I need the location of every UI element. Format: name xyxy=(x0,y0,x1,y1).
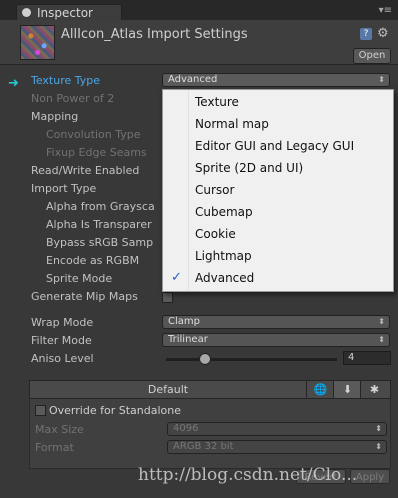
open-button[interactable]: Open xyxy=(353,48,391,64)
wrap-mode-label: Wrap Mode xyxy=(31,316,94,329)
download-icon[interactable]: ⬇ xyxy=(333,381,361,398)
mapping-label: Mapping xyxy=(31,110,79,123)
chevron-updown-icon: ⬍ xyxy=(375,424,382,433)
bypass-srgb-label: Bypass sRGB Samp xyxy=(46,236,154,249)
tab-label: Inspector xyxy=(37,6,93,20)
inspector-header: AllIcon_Atlas Import Settings ? ⚙ Open xyxy=(0,20,398,65)
page-title: AllIcon_Atlas Import Settings xyxy=(61,27,248,42)
texture-type-dropdown: Texture Normal map Editor GUI and Legacy… xyxy=(162,89,394,292)
alpha-from-grayscale-label: Alpha from Graysca xyxy=(46,200,155,213)
max-size-popup[interactable]: 4096 ⬍ xyxy=(167,422,387,436)
wrap-mode-popup[interactable]: Clamp ⬍ xyxy=(162,315,390,329)
dropdown-option-sprite[interactable]: Sprite (2D and UI) xyxy=(195,161,303,175)
info-icon xyxy=(22,8,31,17)
sprite-mode-label: Sprite Mode xyxy=(46,272,113,285)
generate-mip-maps-checkbox[interactable] xyxy=(162,292,173,303)
tab-default[interactable]: Default xyxy=(30,381,306,398)
max-size-value: 4096 xyxy=(173,423,199,434)
filter-mode-label: Filter Mode xyxy=(31,334,92,347)
override-panel: Override for Standalone Max Size 4096 ⬍ … xyxy=(29,399,391,469)
dropdown-option-advanced[interactable]: Advanced xyxy=(195,271,254,285)
alpha-is-transparency-label: Alpha Is Transparer xyxy=(46,218,152,231)
wrap-mode-value: Clamp xyxy=(168,316,200,327)
dropdown-option-cubemap[interactable]: Cubemap xyxy=(195,205,253,219)
texture-type-value: Advanced xyxy=(168,74,218,85)
read-write-enabled-label: Read/Write Enabled xyxy=(31,164,140,177)
format-label: Format xyxy=(35,441,74,454)
dropdown-option-lightmap[interactable]: Lightmap xyxy=(195,249,252,263)
convolution-type-label: Convolution Type xyxy=(46,128,141,141)
watermark: http://blog.csdn.net/Clo... xyxy=(138,465,358,485)
fixup-edge-seams-label: Fixup Edge Seams xyxy=(46,146,147,159)
dropdown-option-cursor[interactable]: Cursor xyxy=(195,183,234,197)
filter-mode-value: Trilinear xyxy=(168,334,208,345)
aniso-level-slider-track[interactable] xyxy=(166,358,337,361)
texture-type-label: Texture Type xyxy=(31,74,101,87)
platform-tab-bar: Default 🌐 ⬇ ✱ xyxy=(29,380,391,399)
generate-mip-maps-label: Generate Mip Maps xyxy=(31,290,138,303)
dropdown-option-normal-map[interactable]: Normal map xyxy=(195,117,269,131)
tab-bar: Inspector ▾≡ xyxy=(0,0,398,20)
chevron-updown-icon: ⬍ xyxy=(378,317,385,326)
dropdown-option-cookie[interactable]: Cookie xyxy=(195,227,236,241)
dropdown-option-editor-gui[interactable]: Editor GUI and Legacy GUI xyxy=(195,139,354,153)
gear-icon[interactable]: ⚙ xyxy=(377,26,389,41)
android-icon[interactable]: ✱ xyxy=(360,381,388,398)
encode-rgbm-label: Encode as RGBM xyxy=(46,254,140,267)
aniso-level-label: Aniso Level xyxy=(31,352,94,365)
texture-type-popup[interactable]: Advanced ⬍ xyxy=(162,73,390,87)
arrow-pointer-icon: ➜ xyxy=(8,76,19,91)
import-type-label: Import Type xyxy=(31,182,97,195)
dropdown-option-texture[interactable]: Texture xyxy=(195,95,239,109)
non-power-of-2-label: Non Power of 2 xyxy=(31,92,115,105)
format-value: ARGB 32 bit xyxy=(173,441,234,452)
format-popup[interactable]: ARGB 32 bit ⬍ xyxy=(167,440,387,454)
dropdown-gutter xyxy=(163,90,189,291)
chevron-updown-icon: ⬍ xyxy=(375,442,382,451)
tab-inspector[interactable]: Inspector xyxy=(16,4,122,20)
max-size-label: Max Size xyxy=(35,423,84,436)
tab-menu-icon[interactable]: ▾≡ xyxy=(379,5,392,16)
aniso-level-slider-thumb[interactable] xyxy=(199,353,211,365)
texture-thumbnail xyxy=(20,25,55,60)
help-icon[interactable]: ? xyxy=(360,28,372,40)
globe-icon[interactable]: 🌐 xyxy=(306,381,334,398)
filter-mode-popup[interactable]: Trilinear ⬍ xyxy=(162,333,390,347)
aniso-level-input[interactable]: 4 xyxy=(343,351,391,365)
chevron-updown-icon: ⬍ xyxy=(378,335,385,344)
override-standalone-label: Override for Standalone xyxy=(49,404,181,417)
override-standalone-checkbox[interactable] xyxy=(35,405,46,416)
check-icon: ✓ xyxy=(171,270,182,285)
chevron-updown-icon: ⬍ xyxy=(378,75,385,84)
